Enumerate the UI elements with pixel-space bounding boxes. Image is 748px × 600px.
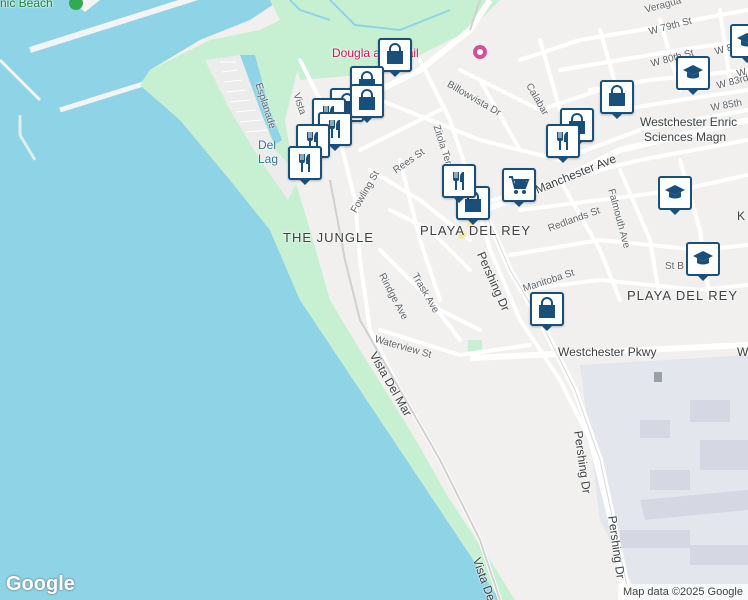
street-label: W 8 xyxy=(735,64,748,80)
shopping-bag-icon[interactable] xyxy=(530,292,564,331)
poi-label-school[interactable]: Westchester Enric xyxy=(640,116,737,128)
shopping-bag-icon[interactable] xyxy=(600,80,634,119)
poi-label-beach[interactable]: nic Beach xyxy=(0,0,53,9)
poi-label-k[interactable]: K xyxy=(737,210,745,222)
street-label: Westchester Pkwy xyxy=(558,345,657,359)
school-icon[interactable] xyxy=(676,56,710,95)
school-icon[interactable] xyxy=(686,242,720,281)
area-label-the-jungle: THE JUNGLE xyxy=(283,230,374,245)
lagoon-label: Lag xyxy=(258,152,279,166)
lagoon-label: Del xyxy=(258,138,277,152)
shopping-cart-icon[interactable] xyxy=(502,168,536,207)
shopping-bag-icon[interactable] xyxy=(350,84,384,123)
area-label-playa-del-rey-east: PLAYA DEL REY xyxy=(627,288,739,303)
poi-label-school[interactable]: Sciences Magn xyxy=(644,131,726,143)
street-label: St B xyxy=(665,261,684,272)
school-icon[interactable] xyxy=(730,24,748,63)
school-icon[interactable] xyxy=(658,176,692,215)
restaurant-icon[interactable] xyxy=(546,124,580,163)
restaurant-icon[interactable] xyxy=(442,164,476,203)
map-canvas[interactable]: Esplanade Vista Billowvista Dr Calabar Z… xyxy=(0,0,748,600)
map-attribution[interactable]: Map data ©2025 Google xyxy=(617,584,748,600)
street-label: W xyxy=(737,345,748,359)
restaurant-icon[interactable] xyxy=(288,146,322,185)
area-label-playa-del-rey: PLAYA DEL REY xyxy=(420,223,532,238)
google-logo: Google xyxy=(6,573,75,595)
